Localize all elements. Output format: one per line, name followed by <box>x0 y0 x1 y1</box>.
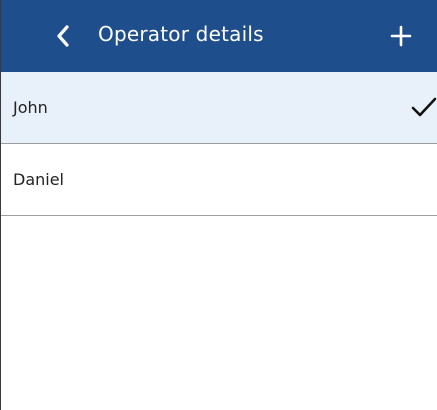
app-bar: Operator details <box>1 0 437 72</box>
plus-icon <box>390 25 412 47</box>
back-button[interactable] <box>45 18 81 54</box>
page-title: Operator details <box>98 22 264 46</box>
operator-details-screen: Operator details John Daniel <box>0 0 437 410</box>
operator-name: John <box>13 98 48 117</box>
operator-item-john[interactable]: John <box>1 72 437 144</box>
operator-list: John Daniel <box>1 72 437 216</box>
add-operator-button[interactable] <box>383 18 419 54</box>
chevron-left-icon <box>57 25 69 47</box>
operator-name: Daniel <box>13 170 64 189</box>
check-icon <box>411 97 437 117</box>
operator-item-daniel[interactable]: Daniel <box>1 144 437 216</box>
